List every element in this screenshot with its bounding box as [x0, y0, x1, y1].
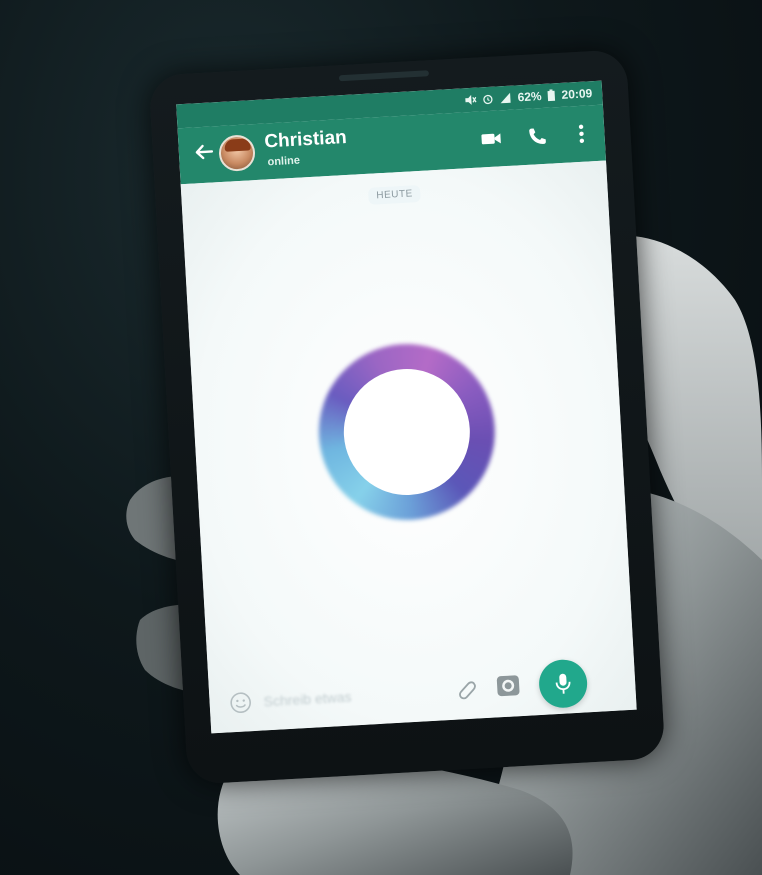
phone-screen: 62% 20:09 Christian online HEUTE Schreib… — [176, 80, 637, 734]
arrow-left-icon[interactable] — [190, 140, 217, 167]
alarm-icon — [483, 94, 493, 105]
contact-status: online — [267, 154, 301, 169]
battery-percent: 62% — [517, 88, 542, 105]
status-time: 20:09 — [561, 86, 593, 102]
phone-call-icon[interactable] — [524, 124, 551, 149]
emoji-icon[interactable] — [229, 691, 252, 714]
contact-avatar[interactable] — [218, 134, 256, 173]
mic-icon — [555, 673, 571, 694]
message-input[interactable] — [260, 678, 447, 715]
earpiece-speaker — [338, 70, 430, 82]
more-vertical-icon[interactable] — [568, 121, 595, 146]
photo-scene: 62% 20:09 Christian online HEUTE Schreib… — [0, 0, 762, 875]
smartphone: 62% 20:09 Christian online HEUTE Schreib… — [148, 49, 666, 785]
signal-icon — [500, 92, 511, 104]
contact-name[interactable]: Christian — [264, 127, 347, 154]
camera-icon[interactable] — [494, 672, 521, 699]
battery-icon — [547, 89, 556, 102]
mute-icon — [465, 94, 477, 105]
avatar-hair — [224, 138, 251, 152]
chat-area: HEUTE — [180, 160, 637, 734]
date-separator: HEUTE — [367, 184, 422, 205]
video-call-icon[interactable] — [478, 126, 505, 151]
attach-icon[interactable] — [455, 676, 480, 701]
voice-message-button[interactable] — [537, 658, 589, 710]
